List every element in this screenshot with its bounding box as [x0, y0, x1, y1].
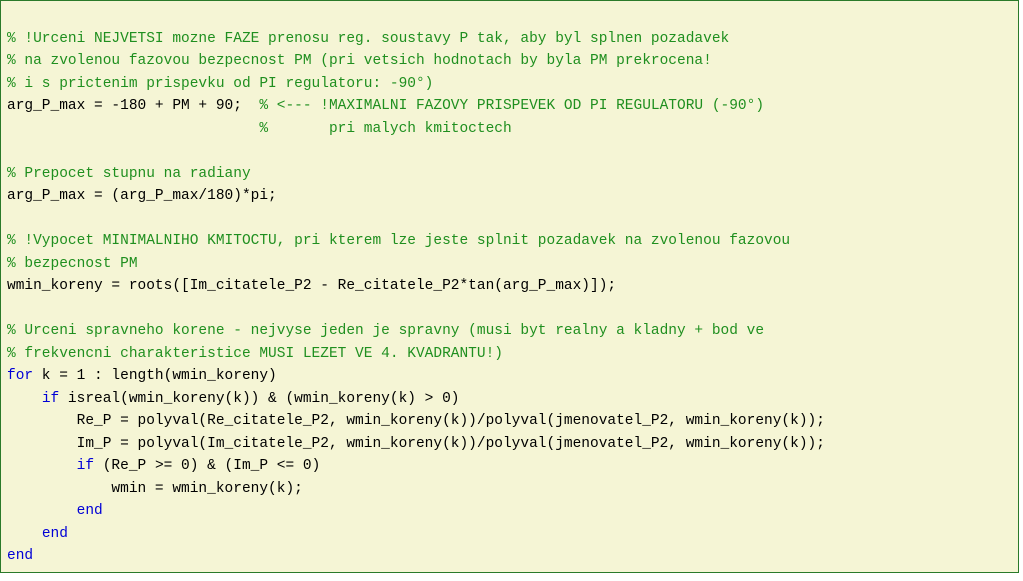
keyword-if: if: [77, 458, 94, 474]
comment-line: % !Urceni NEJVETSI mozne FAZE prenosu re…: [7, 31, 729, 47]
matlab-code-block: % !Urceni NEJVETSI mozne FAZE prenosu re…: [0, 0, 1019, 573]
indent: [7, 503, 77, 519]
keyword-end: end: [7, 548, 33, 564]
comment-line: % Urceni spravneho korene - nejvyse jede…: [7, 323, 764, 339]
code-fragment: (Re_P >= 0) & (Im_P <= 0): [94, 458, 320, 474]
keyword-if: if: [42, 391, 59, 407]
code-line: arg_P_max = -180 + PM + 90;: [7, 98, 259, 114]
code-line: Re_P = polyval(Re_citatele_P2, wmin_kore…: [7, 413, 825, 429]
indent: [7, 391, 42, 407]
code-fragment: isreal(wmin_koreny(k)) & (wmin_koreny(k)…: [59, 391, 459, 407]
keyword-end: end: [42, 526, 68, 542]
blank-line: [7, 143, 16, 159]
comment-line: % frekvencni charakteristice MUSI LEZET …: [7, 346, 503, 362]
comment-line: % pri malych kmitoctech: [7, 121, 512, 137]
code-line: arg_P_max = (arg_P_max/180)*pi;: [7, 188, 277, 204]
blank-line: [7, 211, 16, 227]
comment-inline: % <--- !MAXIMALNI FAZOVY PRISPEVEK OD PI…: [259, 98, 764, 114]
comment-line: % na zvolenou fazovou bezpecnost PM (pri…: [7, 53, 712, 69]
code-line: Im_P = polyval(Im_citatele_P2, wmin_kore…: [7, 436, 825, 452]
code-line: wmin = wmin_koreny(k);: [7, 481, 303, 497]
keyword-for: for: [7, 368, 33, 384]
comment-line: % i s prictenim prispevku od PI regulato…: [7, 76, 433, 92]
code-fragment: k = 1 : length(wmin_koreny): [33, 368, 277, 384]
indent: [7, 526, 42, 542]
indent: [7, 458, 77, 474]
blank-line: [7, 301, 16, 317]
comment-line: % Prepocet stupnu na radiany: [7, 166, 251, 182]
code-line: wmin_koreny = roots([Im_citatele_P2 - Re…: [7, 278, 616, 294]
keyword-end: end: [77, 503, 103, 519]
comment-line: % bezpecnost PM: [7, 256, 138, 272]
comment-line: % !Vypocet MINIMALNIHO KMITOCTU, pri kte…: [7, 233, 790, 249]
